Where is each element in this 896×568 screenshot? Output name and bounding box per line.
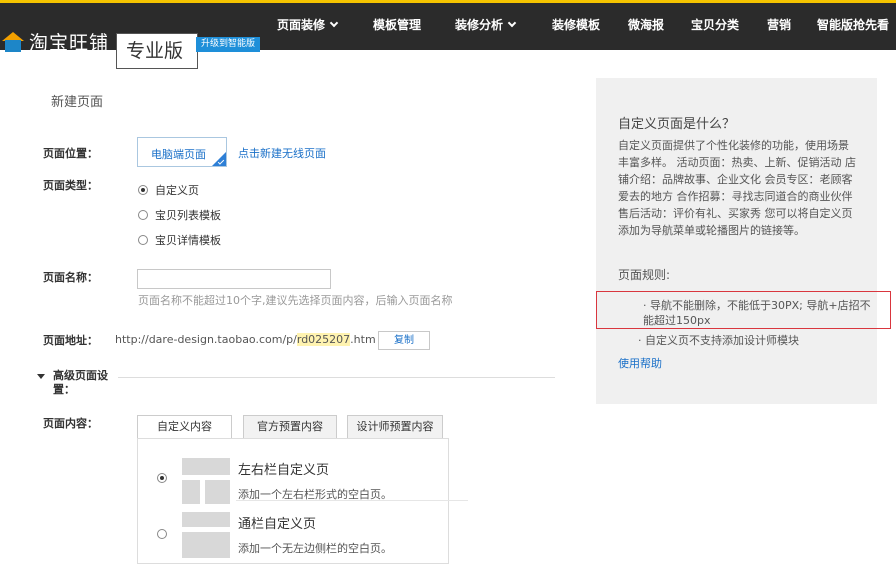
url-code: rd025207	[296, 333, 351, 346]
caret-down-icon[interactable]	[37, 374, 45, 379]
nav-label: 宝贝分类	[691, 18, 740, 32]
radio-icon[interactable]	[138, 210, 148, 220]
url-suffix: .htm	[350, 333, 376, 346]
nav-label: 智能版抢先看	[817, 18, 890, 32]
help-link[interactable]: 使用帮助	[618, 355, 662, 371]
type-option-label: 宝贝详情模板	[155, 234, 221, 247]
create-mobile-page-link[interactable]: 点击新建无线页面	[238, 145, 326, 161]
layout-option-two-column[interactable]: 左右栏自定义页 添加一个左右栏形式的空白页。	[138, 453, 450, 507]
type-option-custom[interactable]: 自定义页	[138, 182, 199, 198]
full-width-layout-icon	[182, 512, 230, 558]
upgrade-badge[interactable]: 升级到智能版	[196, 37, 261, 52]
type-option-item-detail[interactable]: 宝贝详情模板	[138, 232, 221, 248]
tab-official-content[interactable]: 官方预置内容	[243, 415, 337, 439]
nav-label: 装修模板	[552, 18, 601, 32]
layout-title: 通栏自定义页	[238, 517, 317, 532]
copy-button[interactable]: 复制	[378, 331, 430, 350]
nav-micro-poster[interactable]: 微海报	[628, 16, 664, 33]
nav-label: 页面装修	[277, 18, 326, 32]
type-option-item-list[interactable]: 宝贝列表模板	[138, 207, 221, 223]
rule-navigation: · 导航不能删除，不能低于30PX; 导航+店招不能超过150px	[643, 299, 871, 327]
content-label: 页面内容：	[43, 417, 98, 430]
radio-icon[interactable]	[157, 529, 167, 539]
url-prefix: http://dare-design.taobao.com/p/	[115, 333, 297, 346]
radio-checked-icon[interactable]	[157, 473, 167, 483]
two-column-layout-icon	[182, 458, 230, 504]
edition-label: 专业版	[116, 33, 198, 69]
nav-item-category[interactable]: 宝贝分类	[691, 16, 739, 33]
shop-house-icon	[2, 31, 24, 52]
rule-designer-module: · 自定义页不支持添加设计师模块	[638, 334, 799, 347]
nav-smart-preview[interactable]: 智能版抢先看	[817, 16, 889, 33]
radio-icon[interactable]	[138, 235, 148, 245]
name-label: 页面名称：	[43, 271, 98, 284]
chevron-down-icon	[329, 18, 339, 27]
page-url: http://dare-design.taobao.com/p/rd025207…	[115, 333, 376, 346]
divider	[236, 500, 468, 501]
layout-title: 左右栏自定义页	[238, 463, 330, 478]
nav-label: 模板管理	[373, 18, 422, 32]
nav-page-decoration[interactable]: 页面装修	[277, 16, 339, 33]
tab-custom-content[interactable]: 自定义内容	[137, 415, 232, 439]
side-description: 自定义页面提供了个性化装修的功能，使用场景丰富多样。 活动页面：热卖、上新、促销…	[618, 139, 856, 237]
layout-option-full-width[interactable]: 通栏自定义页 添加一个无左边侧栏的空白页。	[138, 509, 450, 563]
type-label: 页面类型：	[43, 179, 98, 192]
type-option-label: 自定义页	[155, 184, 199, 197]
layout-description: 添加一个无左边侧栏的空白页。	[238, 542, 392, 555]
page-name-input[interactable]	[137, 269, 331, 289]
top-accent-stripe	[0, 0, 896, 3]
type-option-label: 宝贝列表模板	[155, 209, 221, 222]
pc-page-tab[interactable]: 电脑端页面	[137, 137, 227, 167]
logo-text: 淘宝旺铺	[29, 32, 110, 54]
page-name-hint: 页面名称不能超过10个字,建议先选择页面内容，后输入页面名称	[138, 294, 453, 307]
nav-decoration-templates[interactable]: 装修模板	[552, 16, 600, 33]
nav-template-management[interactable]: 模板管理	[373, 16, 421, 33]
divider	[118, 377, 555, 378]
layout-options-panel: 左右栏自定义页 添加一个左右栏形式的空白页。 通栏自定义页 添加一个无左边侧栏的…	[137, 438, 468, 564]
help-side-panel: 自定义页面是什么？ 自定义页面提供了个性化装修的功能，使用场景丰富多样。 活动页…	[596, 78, 891, 404]
nav-label: 营销	[767, 18, 792, 32]
page-title: 新建页面	[51, 95, 104, 110]
nav-decoration-analysis[interactable]: 装修分析	[455, 16, 517, 33]
nav-label: 装修分析	[455, 18, 504, 32]
tab-designer-content[interactable]: 设计师预置内容	[347, 415, 443, 439]
advanced-settings-toggle[interactable]: 高级页面设置：	[53, 369, 115, 397]
highlighted-rule: · 导航不能删除，不能低于30PX; 导航+店招不能超过150px	[596, 291, 891, 329]
url-label: 页面地址：	[43, 334, 98, 347]
pc-page-tab-label: 电脑端页面	[151, 148, 206, 161]
rules-heading: 页面规则:	[618, 268, 671, 282]
position-label: 页面位置：	[43, 147, 98, 160]
chevron-down-icon	[507, 18, 517, 27]
side-heading: 自定义页面是什么？	[618, 117, 736, 132]
shop-logo[interactable]: 淘宝旺铺	[2, 28, 109, 55]
radio-checked-icon[interactable]	[138, 185, 148, 195]
nav-label: 微海报	[628, 18, 665, 32]
nav-marketing[interactable]: 营销	[767, 16, 791, 33]
